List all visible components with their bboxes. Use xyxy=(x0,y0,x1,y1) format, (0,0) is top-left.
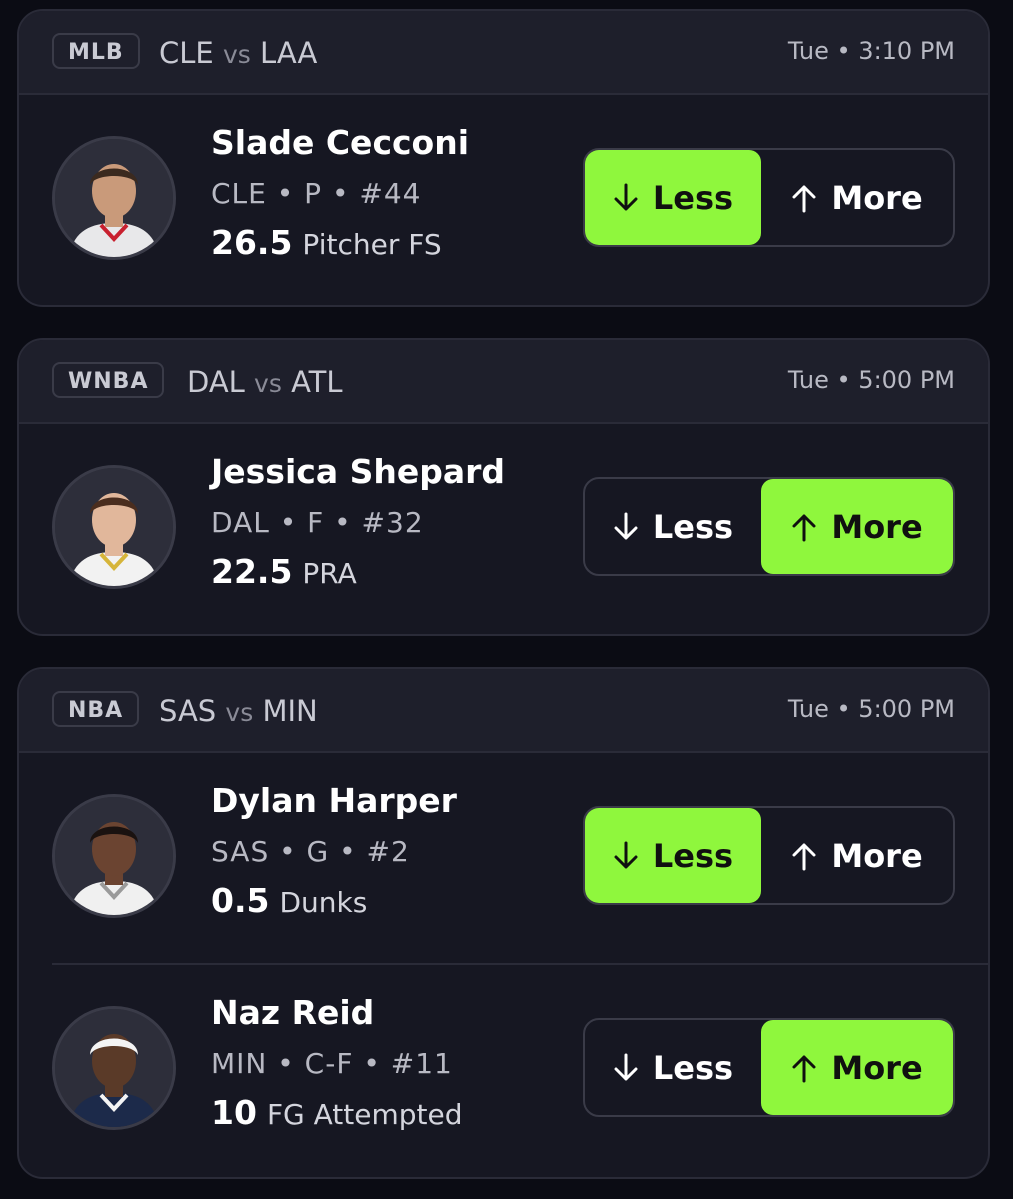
player-portrait xyxy=(55,1009,173,1127)
arrow-up-icon xyxy=(792,514,816,541)
projection: 22.5 PRA xyxy=(211,554,505,596)
player-portrait xyxy=(55,797,173,915)
projection: 26.5 Pitcher FS xyxy=(211,225,469,267)
matchup: CLE vs LAA xyxy=(159,35,317,73)
less-label: Less xyxy=(652,178,734,217)
player-name: Dylan Harper xyxy=(211,781,457,820)
vs-label: vs xyxy=(254,369,282,398)
less-button[interactable]: Less xyxy=(585,150,761,245)
game-time: Tue • 5:00 PM xyxy=(787,366,955,394)
player-row[interactable]: Slade Cecconi CLE • P • #44 26.5 Pitcher … xyxy=(19,95,988,305)
projection-stat: FG Attempted xyxy=(266,1098,463,1131)
projection-value: 26.5 xyxy=(211,223,293,262)
more-label: More xyxy=(831,178,923,217)
more-label: More xyxy=(831,1048,923,1087)
player-meta: DAL • F • #32 xyxy=(211,506,424,539)
arrow-down-icon xyxy=(614,512,638,539)
player-name: Slade Cecconi xyxy=(211,123,470,162)
less-button[interactable]: Less xyxy=(585,479,761,574)
projection: 0.5 Dunks xyxy=(211,883,457,925)
player-avatar xyxy=(52,465,176,589)
pick-toggle: Less More xyxy=(583,148,955,247)
team-home: SAS xyxy=(159,694,217,728)
projection-value: 10 xyxy=(211,1093,257,1132)
player-portrait xyxy=(55,468,173,586)
league-badge: MLB xyxy=(52,33,140,69)
game-header: NBA SAS vs MIN Tue • 5:00 PM xyxy=(19,669,988,753)
team-home: CLE xyxy=(159,36,214,70)
player-avatar xyxy=(52,1006,176,1130)
player-row[interactable]: Jessica Shepard DAL • F • #32 22.5 PRA Le… xyxy=(19,424,988,634)
more-button[interactable]: More xyxy=(761,1020,953,1115)
game-time: Tue • 3:10 PM xyxy=(787,37,955,65)
league-badge: WNBA xyxy=(52,362,165,398)
player-name: Jessica Shepard xyxy=(211,452,506,491)
player-meta: CLE • P • #44 xyxy=(211,177,422,210)
player-meta: SAS • G • #2 xyxy=(211,835,410,868)
projection-value: 0.5 xyxy=(211,881,270,920)
projection-value: 22.5 xyxy=(211,552,293,591)
arrow-up-icon xyxy=(792,185,816,212)
arrow-down-icon xyxy=(614,1053,638,1080)
team-away: LAA xyxy=(260,36,318,70)
vs-label: vs xyxy=(222,40,251,69)
more-button[interactable]: More xyxy=(761,479,953,574)
projection-stat: Pitcher FS xyxy=(302,228,442,261)
game-time: Tue • 5:00 PM xyxy=(787,695,955,723)
player-meta: MIN • C-F • #11 xyxy=(211,1047,453,1080)
player-avatar xyxy=(52,794,176,918)
pick-toggle: Less More xyxy=(583,806,955,905)
less-label: Less xyxy=(652,836,734,875)
game-card-nba: NBA SAS vs MIN Tue • 5:00 PM Dylan Harpe… xyxy=(17,667,990,1179)
vs-label: vs xyxy=(225,698,254,727)
team-home: DAL xyxy=(187,365,245,399)
less-label: Less xyxy=(652,1048,734,1087)
player-portrait xyxy=(55,139,173,257)
less-label: Less xyxy=(652,507,734,546)
team-away: ATL xyxy=(291,365,343,399)
team-away: MIN xyxy=(262,694,318,728)
more-button[interactable]: More xyxy=(761,808,953,903)
less-button[interactable]: Less xyxy=(585,1020,761,1115)
game-card-wnba: WNBA DAL vs ATL Tue • 5:00 PM Jessica Sh… xyxy=(17,338,990,636)
player-row[interactable]: Dylan Harper SAS • G • #2 0.5 Dunks Less … xyxy=(19,753,988,963)
arrow-up-icon xyxy=(792,843,816,870)
more-label: More xyxy=(831,836,923,875)
player-name: Naz Reid xyxy=(211,993,375,1032)
projection-stat: Dunks xyxy=(279,886,368,919)
arrow-down-icon xyxy=(614,183,638,210)
player-row[interactable]: Naz Reid MIN • C-F • #11 10 FG Attempted … xyxy=(52,963,988,1175)
matchup: DAL vs ATL xyxy=(187,364,343,402)
pick-toggle: Less More xyxy=(583,1018,955,1117)
projection-stat: PRA xyxy=(302,557,357,590)
game-header: MLB CLE vs LAA Tue • 3:10 PM xyxy=(19,11,988,95)
game-header: WNBA DAL vs ATL Tue • 5:00 PM xyxy=(19,340,988,424)
game-card-mlb: MLB CLE vs LAA Tue • 3:10 PM Slade Cecco… xyxy=(17,9,990,307)
arrow-down-icon xyxy=(614,841,638,868)
matchup: SAS vs MIN xyxy=(159,693,318,731)
less-button[interactable]: Less xyxy=(585,808,761,903)
pick-toggle: Less More xyxy=(583,477,955,576)
projection: 10 FG Attempted xyxy=(211,1095,463,1137)
more-button[interactable]: More xyxy=(761,150,953,245)
more-label: More xyxy=(831,507,923,546)
player-avatar xyxy=(52,136,176,260)
arrow-up-icon xyxy=(792,1055,816,1082)
league-badge: NBA xyxy=(52,691,140,727)
